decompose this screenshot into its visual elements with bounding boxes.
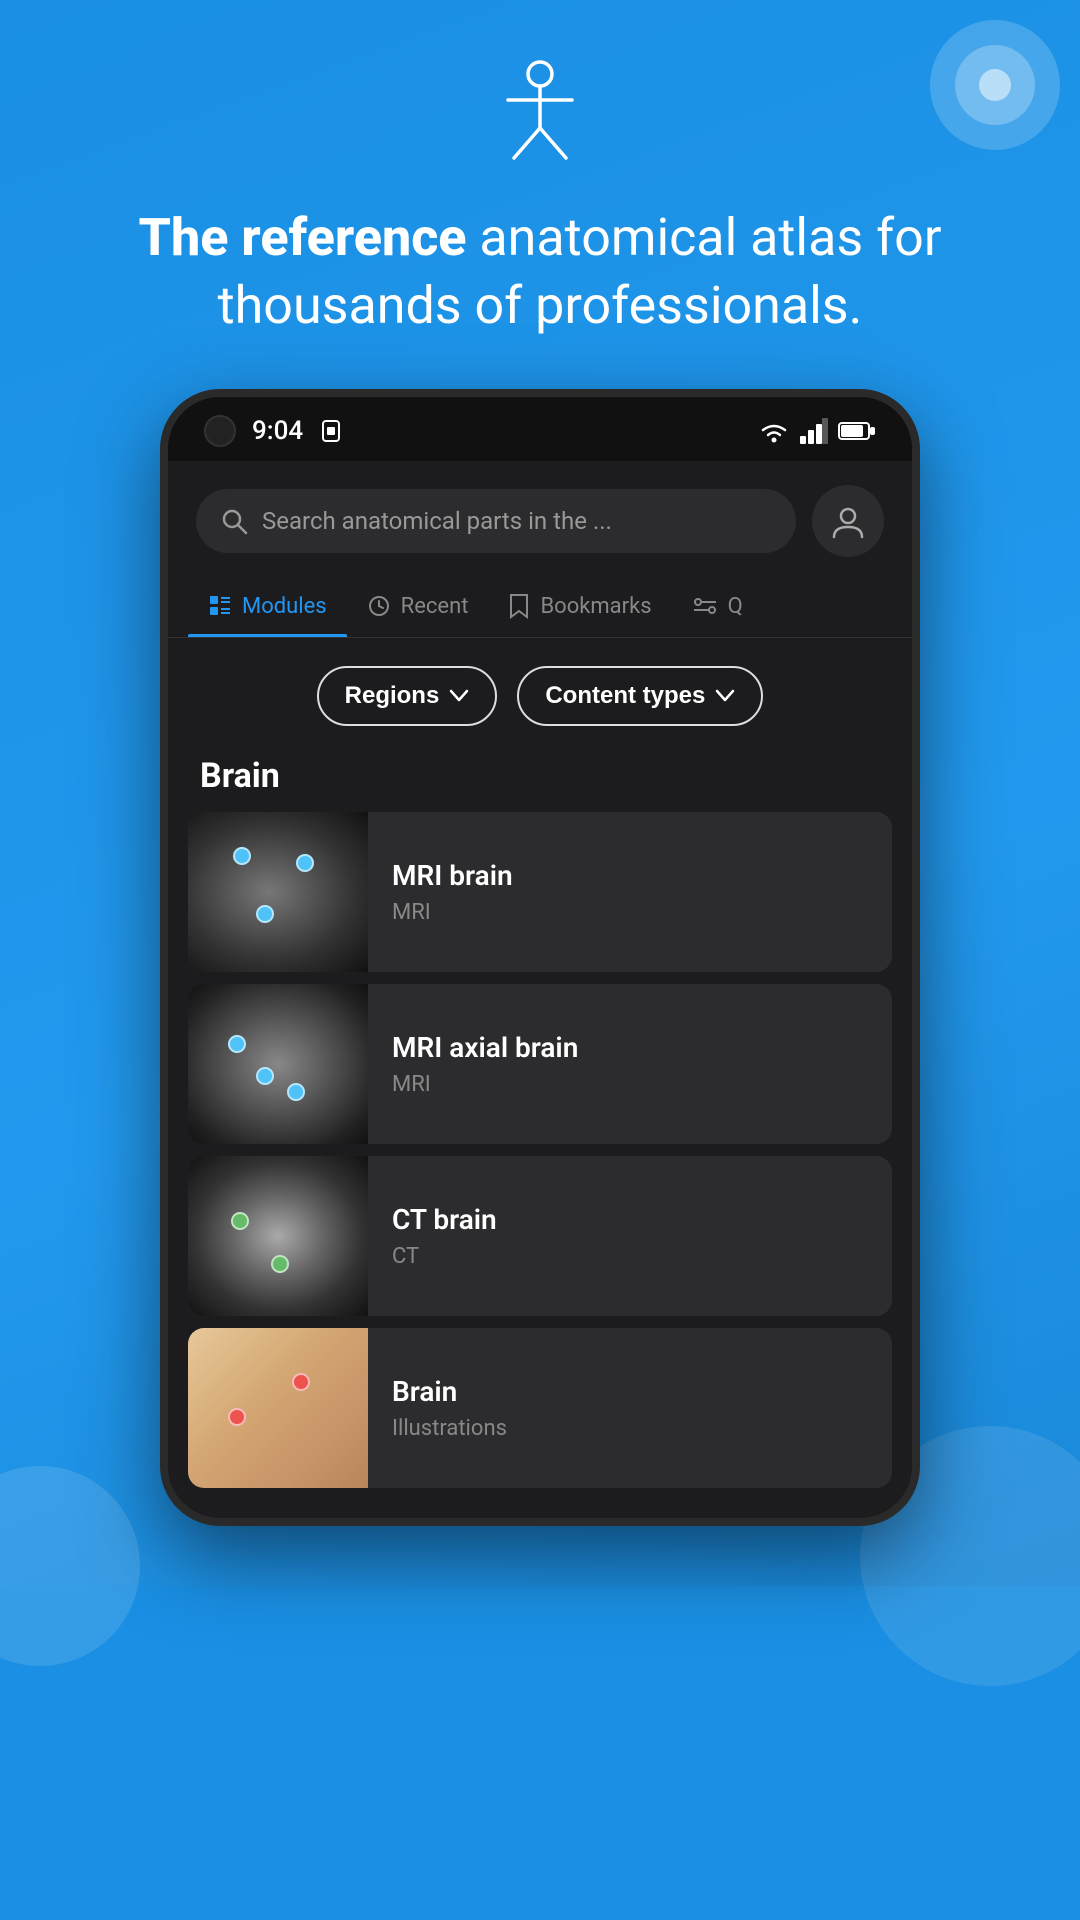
tab-bar: Modules Recent Bookmarks: [168, 573, 912, 638]
search-area: Search anatomical parts in the ...: [168, 461, 912, 573]
phone-body: 9:04: [160, 389, 920, 1526]
item-info: Brain Illustrations: [368, 1328, 892, 1488]
hero-title-bold: The reference: [139, 207, 467, 268]
hero-section: The reference anatomical atlas for thous…: [0, 0, 1080, 1586]
pin-dot: [228, 1408, 246, 1426]
filter-buttons: Regions Content types: [168, 638, 912, 746]
status-left: 9:04: [204, 415, 347, 447]
tab-filter-label: Q: [728, 594, 743, 619]
regions-chevron-icon: [449, 689, 469, 703]
pin-dot: [256, 1067, 274, 1085]
phone-mockup: 9:04: [40, 389, 1040, 1526]
search-bar[interactable]: Search anatomical parts in the ...: [196, 489, 796, 553]
tab-modules-label: Modules: [242, 594, 327, 619]
item-info: CT brain CT: [368, 1156, 892, 1316]
list-item[interactable]: MRI axial brain MRI: [188, 984, 892, 1144]
item-thumbnail-ct-brain: [188, 1156, 368, 1316]
ct-brain-image: [188, 1156, 368, 1316]
pin-dot: [292, 1373, 310, 1391]
list-item[interactable]: MRI brain MRI: [188, 812, 892, 972]
pin-dot: [233, 847, 251, 865]
phone-content: Search anatomical parts in the ...: [168, 461, 912, 1518]
item-thumbnail-brain-illus: [188, 1328, 368, 1488]
tab-bookmarks-label: Bookmarks: [540, 594, 651, 619]
item-title: Brain: [392, 1375, 868, 1408]
camera-dot: [204, 415, 236, 447]
content-types-filter-label: Content types: [545, 682, 705, 710]
hero-title: The reference anatomical atlas for thous…: [40, 204, 1040, 339]
content-types-chevron-icon: [715, 689, 735, 703]
item-title: MRI axial brain: [392, 1031, 868, 1064]
list-item[interactable]: CT brain CT: [188, 1156, 892, 1316]
search-icon: [220, 507, 248, 535]
search-placeholder: Search anatomical parts in the ...: [262, 507, 612, 535]
deco-circle-top-right: [930, 20, 1060, 150]
recent-icon: [367, 594, 391, 618]
section-title: Brain: [168, 746, 912, 812]
battery-icon: [838, 420, 876, 442]
item-title: MRI brain: [392, 859, 868, 892]
tab-recent[interactable]: Recent: [347, 574, 489, 637]
item-info: MRI brain MRI: [368, 812, 892, 972]
item-subtitle: MRI: [392, 1072, 868, 1097]
tab-bookmarks[interactable]: Bookmarks: [488, 573, 671, 637]
content-types-filter-button[interactable]: Content types: [517, 666, 763, 726]
wifi-icon: [758, 418, 790, 444]
sim-icon: [319, 419, 347, 443]
status-bar: 9:04: [168, 397, 912, 461]
status-time: 9:04: [252, 416, 303, 446]
user-profile-button[interactable]: [812, 485, 884, 557]
pin-dot: [231, 1212, 249, 1230]
pin-dot: [287, 1083, 305, 1101]
tab-recent-label: Recent: [401, 594, 469, 619]
item-title: CT brain: [392, 1203, 868, 1236]
pin-dot: [256, 905, 274, 923]
user-icon: [830, 503, 866, 539]
item-subtitle: MRI: [392, 900, 868, 925]
mri-axial-image: [188, 984, 368, 1144]
filter-icon: [692, 594, 718, 618]
pin-dot: [228, 1035, 246, 1053]
deco-circle-inner: [955, 45, 1035, 125]
bookmarks-icon: [508, 593, 530, 619]
regions-filter-label: Regions: [345, 682, 440, 710]
illustration-brain-image: [188, 1328, 368, 1488]
pin-dot: [296, 854, 314, 872]
regions-filter-button[interactable]: Regions: [317, 666, 498, 726]
modules-icon: [208, 594, 232, 618]
content-list: MRI brain MRI: [168, 812, 912, 1488]
status-right: [758, 418, 876, 444]
item-subtitle: Illustrations: [392, 1416, 868, 1441]
deco-circle-dot: [979, 69, 1011, 101]
signal-icon: [800, 418, 828, 444]
hero-icon: [40, 60, 1040, 174]
item-subtitle: CT: [392, 1244, 868, 1269]
tab-filter[interactable]: Q: [672, 574, 763, 637]
list-item[interactable]: Brain Illustrations: [188, 1328, 892, 1488]
item-info: MRI axial brain MRI: [368, 984, 892, 1144]
anatomical-figure-icon: [490, 60, 590, 170]
item-thumbnail-mri-brain: [188, 812, 368, 972]
pin-dot: [271, 1255, 289, 1273]
item-thumbnail-mri-axial: [188, 984, 368, 1144]
mri-sagittal-image: [188, 812, 368, 972]
tab-modules[interactable]: Modules: [188, 574, 347, 637]
